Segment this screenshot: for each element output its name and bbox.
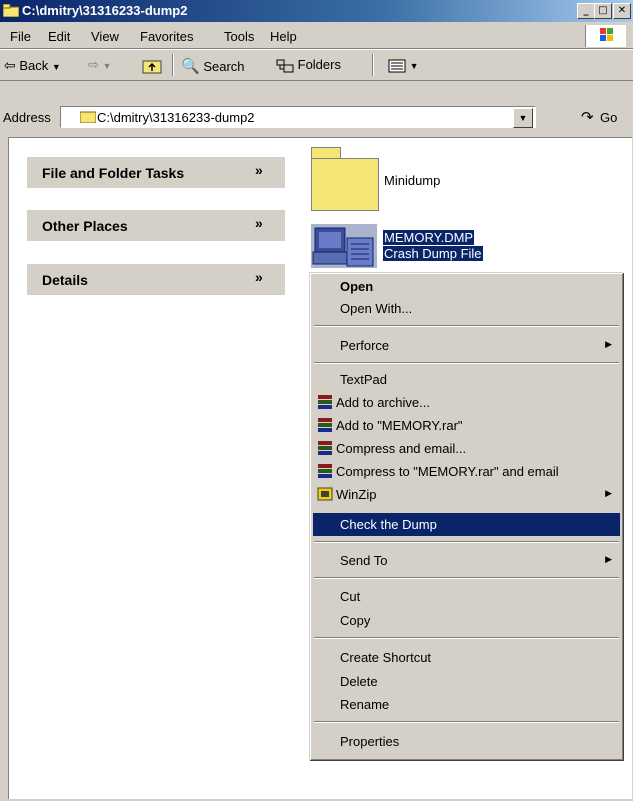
file-type: Crash Dump File — [383, 246, 483, 261]
menu-item-cut[interactable]: Cut — [313, 585, 620, 608]
folder-icon-body — [311, 158, 379, 211]
menu-separator — [314, 721, 619, 723]
dropdown-arrow-icon: ▼ — [102, 61, 112, 71]
panel-other-places[interactable]: Other Places » — [27, 210, 285, 241]
up-folder-button[interactable] — [142, 57, 162, 74]
menu-item-add-to-archive[interactable]: Add to archive... — [313, 391, 620, 414]
title-bar[interactable]: C:\dmitry\31316233-dump2 _ □ ✕ — [0, 0, 633, 22]
winrar-icon — [318, 418, 332, 432]
menu-item-textpad[interactable]: TextPad — [313, 368, 620, 391]
forward-button[interactable]: ⇨ ▼ — [88, 57, 111, 73]
back-button[interactable]: ⇦ Back ▼ — [4, 57, 61, 74]
menu-item-send-to[interactable]: Send To ▶ — [313, 549, 620, 572]
menu-item-rename[interactable]: Rename — [313, 693, 620, 716]
menu-view[interactable]: View — [91, 29, 119, 44]
submenu-arrow-icon: ▶ — [605, 488, 612, 498]
search-button[interactable]: 🔍 Search — [181, 57, 245, 75]
winrar-icon — [318, 464, 332, 478]
menu-separator — [314, 541, 619, 543]
panel-details[interactable]: Details » — [27, 264, 285, 295]
dump-file-icon — [311, 224, 377, 268]
folders-button[interactable]: Folders — [276, 57, 341, 73]
forward-arrow-icon: ⇨ — [88, 57, 99, 72]
views-button[interactable]: ▼ — [388, 57, 419, 73]
panel-file-and-folder-tasks[interactable]: File and Folder Tasks » — [27, 157, 285, 188]
panel-title: Other Places — [42, 218, 128, 234]
folder-icon — [80, 111, 96, 123]
dropdown-arrow-icon: ▼ — [51, 62, 61, 72]
context-menu: Open Open With... Perforce ▶ TextPad Add… — [309, 272, 623, 760]
menu-item-copy[interactable]: Copy — [313, 609, 620, 632]
menu-item-open-with[interactable]: Open With... — [313, 297, 620, 320]
menu-edit[interactable]: Edit — [48, 29, 70, 44]
menu-help[interactable]: Help — [270, 29, 297, 44]
toolbar-separator — [372, 54, 374, 76]
menu-separator — [314, 325, 619, 327]
file-name: Minidump — [384, 173, 441, 188]
chevron-expand-icon[interactable]: » — [255, 162, 263, 178]
file-name: MEMORY.DMP — [383, 230, 475, 245]
panel-title: Details — [42, 272, 88, 288]
submenu-arrow-icon: ▶ — [605, 554, 612, 564]
menu-file[interactable]: File — [10, 29, 31, 44]
menu-separator — [314, 362, 619, 364]
menu-item-check-the-dump[interactable]: Check the Dump — [313, 513, 620, 536]
menu-tools[interactable]: Tools — [224, 29, 254, 44]
address-label: Address — [3, 110, 51, 125]
file-item-minidump[interactable]: Minidump — [305, 143, 475, 213]
chevron-expand-icon[interactable]: » — [255, 269, 263, 285]
menu-item-compress-and-email[interactable]: Compress and email... — [313, 437, 620, 460]
menu-separator — [314, 577, 619, 579]
menu-item-create-shortcut[interactable]: Create Shortcut — [313, 646, 620, 669]
menu-item-perforce[interactable]: Perforce ▶ — [313, 334, 620, 357]
up-folder-icon — [142, 60, 162, 74]
go-arrow-icon: ↷ — [581, 109, 594, 126]
toolbar: ⇦ Back ▼ ⇨ ▼ 🔍 Search Folders ▼ — [0, 49, 633, 81]
menu-item-delete[interactable]: Delete — [313, 670, 620, 693]
window-title: C:\dmitry\31316233-dump2 — [22, 3, 188, 18]
menu-item-compress-to-memory-rar-and-email[interactable]: Compress to "MEMORY.rar" and email — [313, 460, 620, 483]
address-value[interactable]: C:\dmitry\31316233-dump2 — [97, 110, 255, 125]
winzip-icon — [317, 487, 333, 501]
submenu-arrow-icon: ▶ — [605, 339, 612, 349]
winrar-icon — [318, 441, 332, 455]
folder-icon — [3, 4, 19, 17]
menu-bar: File Edit View Favorites Tools Help — [0, 24, 633, 49]
maximize-button[interactable]: □ — [594, 3, 612, 19]
menu-item-add-to-memory-rar[interactable]: Add to "MEMORY.rar" — [313, 414, 620, 437]
back-arrow-icon: ⇦ — [4, 57, 16, 73]
menu-item-open[interactable]: Open — [313, 275, 620, 298]
panel-title: File and Folder Tasks — [42, 165, 185, 181]
go-button[interactable]: Go — [600, 110, 617, 125]
file-item-memory-dmp[interactable]: MEMORY.DMP Crash Dump File — [305, 220, 505, 270]
menu-item-winzip[interactable]: WinZip ▶ — [313, 483, 620, 506]
menu-favorites[interactable]: Favorites — [140, 29, 193, 44]
views-icon — [388, 59, 406, 73]
windows-logo-icon — [585, 25, 626, 47]
menu-item-properties[interactable]: Properties — [313, 730, 620, 753]
chevron-down-icon: ▼ — [518, 113, 528, 123]
dropdown-arrow-icon: ▼ — [409, 61, 419, 71]
address-dropdown-button[interactable]: ▼ — [513, 108, 533, 128]
minimize-button[interactable]: _ — [577, 3, 595, 19]
close-button[interactable]: ✕ — [613, 3, 631, 19]
toolbar-separator — [172, 54, 174, 76]
search-icon: 🔍 — [181, 58, 200, 75]
chevron-expand-icon[interactable]: » — [255, 215, 263, 231]
menu-separator — [314, 637, 619, 639]
folders-icon — [276, 59, 294, 73]
winrar-icon — [318, 395, 332, 409]
